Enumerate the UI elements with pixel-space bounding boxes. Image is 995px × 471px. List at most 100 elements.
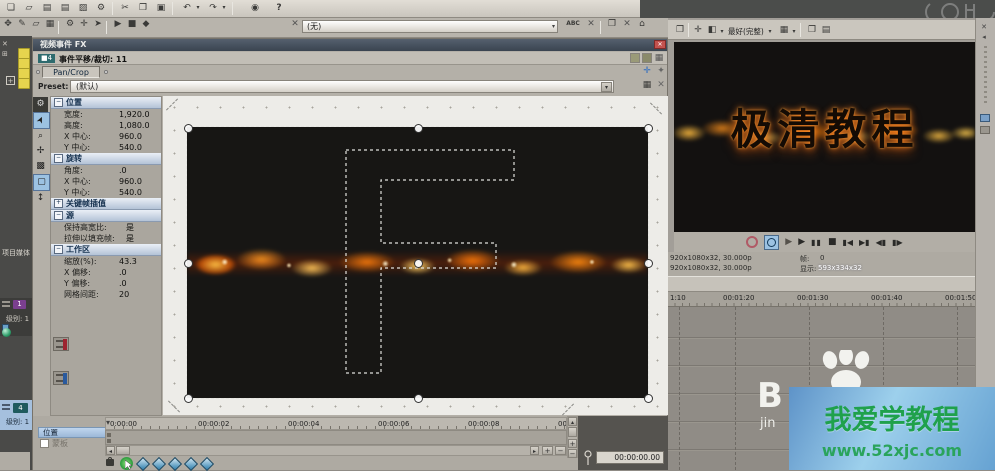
- collapse-left-icon[interactable]: ◂: [979, 31, 989, 43]
- handle-bottom-center[interactable]: [414, 394, 423, 403]
- stretch-icon[interactable]: ↕: [33, 191, 48, 206]
- grid-overlay-icon[interactable]: ▦: [778, 24, 790, 36]
- delete-icon[interactable]: ✕: [586, 18, 596, 30]
- keyframe-lane[interactable]: [105, 430, 567, 445]
- keyframe-diamond-icon[interactable]: [152, 457, 166, 471]
- redo-dropdown-icon[interactable]: ▾: [220, 2, 228, 14]
- delete-preset-icon[interactable]: ✕: [655, 79, 667, 91]
- snap-icon[interactable]: ⚙: [64, 18, 76, 30]
- handle-mid-right[interactable]: [644, 259, 653, 268]
- help-icon[interactable]: ?: [272, 2, 286, 14]
- play-button[interactable]: ▶: [798, 237, 805, 247]
- zoom-magnifier-icon[interactable]: ⌕: [33, 129, 48, 144]
- docked-window-chip[interactable]: [980, 114, 990, 122]
- auto-crossfade-icon[interactable]: ✛: [78, 18, 90, 30]
- settings-gear-icon[interactable]: ⚙: [33, 97, 48, 112]
- dialog-close-button[interactable]: ✕: [654, 40, 666, 49]
- zoom-tool-icon[interactable]: ▦: [44, 18, 56, 30]
- keyframe-ruler[interactable]: ▾ 0:00:00 00:00:02 00:00:04 00:00:06 00:…: [105, 417, 567, 430]
- add-plugin-icon[interactable]: ✛: [641, 65, 653, 77]
- undo-dropdown-icon[interactable]: ▾: [194, 2, 202, 14]
- handle-mid-left[interactable]: [184, 259, 193, 268]
- grid-view-icon[interactable]: ▦: [654, 52, 664, 64]
- go-to-end-button[interactable]: ▶▮: [859, 238, 870, 247]
- keyframe-row-position[interactable]: 位置: [38, 427, 114, 438]
- scroll-up-icon[interactable]: ▴: [568, 417, 577, 426]
- render-icon[interactable]: ▨: [76, 2, 90, 14]
- expand-plus-icon[interactable]: +: [6, 76, 15, 85]
- docked-window-chip[interactable]: [980, 126, 990, 134]
- overlay-crosshair-icon[interactable]: ✛: [692, 24, 704, 36]
- scroll-thumb[interactable]: [568, 427, 577, 437]
- expander-icon[interactable]: −: [54, 211, 63, 220]
- close-icon[interactable]: ✕: [622, 18, 632, 30]
- chevron-down-icon[interactable]: ▾: [790, 26, 798, 38]
- spellcheck-icon[interactable]: ABC: [566, 18, 580, 30]
- interaction-tool-icon[interactable]: ◉: [248, 2, 262, 14]
- undo-icon[interactable]: ↶: [180, 2, 194, 14]
- zoom-out-icon[interactable]: −: [555, 446, 566, 455]
- save-icon[interactable]: ▤: [40, 2, 54, 14]
- selection-arrow-icon[interactable]: ➤: [33, 112, 50, 129]
- chevron-down-icon[interactable]: ▾: [766, 26, 774, 38]
- keyframe-diamond-icon[interactable]: [200, 457, 214, 471]
- crop-box-icon[interactable]: ▩: [33, 159, 48, 174]
- layout-button-a[interactable]: [630, 53, 640, 63]
- section-header-workspace[interactable]: − 工作区: [51, 244, 161, 256]
- keyframe-hscrollbar[interactable]: ◂ ▸ + −: [105, 445, 567, 456]
- marker-tool-icon[interactable]: ◆: [140, 18, 152, 30]
- ignore-grouping-icon[interactable]: ■: [126, 18, 138, 30]
- keyframe-diamond-icon[interactable]: [136, 457, 150, 471]
- pan-crop-tab[interactable]: Pan/Crop: [42, 66, 100, 78]
- cursor-time-box[interactable]: 00:00:00.00: [596, 451, 664, 464]
- go-to-start-button[interactable]: ▮◀: [842, 238, 853, 247]
- copy-snapshot-icon[interactable]: ❐: [806, 24, 818, 36]
- handle-bottom-left[interactable]: [184, 394, 193, 403]
- track-header-4[interactable]: 4 级别: 1: [0, 400, 32, 430]
- paste-icon[interactable]: ▣: [154, 2, 168, 14]
- expander-icon[interactable]: −: [54, 154, 63, 163]
- save-preset-icon[interactable]: ▦: [641, 79, 653, 91]
- section-header-source[interactable]: − 源: [51, 210, 161, 222]
- layout-button-b[interactable]: [642, 53, 652, 63]
- zoom-out-icon[interactable]: −: [568, 449, 577, 458]
- handle-top-left[interactable]: [184, 124, 193, 133]
- timeline-ruler[interactable]: 1:10 00:01:20 00:01:30 00:01:40 00:01:50: [668, 292, 995, 307]
- record-button[interactable]: [746, 236, 758, 248]
- frame-play-button[interactable]: ▶: [785, 237, 792, 247]
- expander-icon[interactable]: −: [54, 98, 63, 107]
- expander-icon[interactable]: +: [54, 199, 63, 208]
- section-header-keyframe-interp[interactable]: + 关键帧插值: [51, 198, 161, 210]
- selection-tool-icon[interactable]: ▱: [30, 18, 42, 30]
- video-preview-screen[interactable]: 极清教程: [674, 42, 975, 232]
- handle-top-right[interactable]: [644, 124, 653, 133]
- lock-envelopes-icon[interactable]: ▶: [112, 18, 124, 30]
- handle-top-center[interactable]: [414, 124, 423, 133]
- chevron-down-icon[interactable]: ▾: [718, 26, 726, 38]
- dialog-titlebar[interactable]: 视频事件 FX: [33, 39, 667, 51]
- quality-value[interactable]: 最好(完整): [728, 26, 764, 37]
- window-dock-icon[interactable]: ⊞: [2, 48, 8, 60]
- plugin-chain-icon[interactable]: ✦: [655, 65, 667, 77]
- scroll-right-icon[interactable]: ▸: [530, 446, 539, 455]
- clear-filter-icon[interactable]: ✕: [290, 18, 300, 30]
- keyframe-row-mask[interactable]: 蒙板: [38, 438, 114, 449]
- save-snapshot-icon[interactable]: ▤: [820, 24, 832, 36]
- mask-tool-icon[interactable]: ▢: [33, 174, 50, 191]
- chevron-down-icon[interactable]: ▾: [601, 82, 612, 92]
- preset-combo[interactable]: (默认) ▾: [70, 80, 614, 93]
- redo-icon[interactable]: ↷: [206, 2, 220, 14]
- save-as-icon[interactable]: ▤: [58, 2, 72, 14]
- stop-button[interactable]: ■: [828, 237, 837, 247]
- envelope-tool-icon[interactable]: ✎: [16, 18, 28, 30]
- copy-icon[interactable]: ❐: [136, 2, 150, 14]
- expander-icon[interactable]: −: [54, 245, 63, 254]
- handle-center[interactable]: [414, 259, 423, 268]
- move-anchor-icon[interactable]: ✢: [33, 144, 48, 159]
- mask-checkbox[interactable]: [40, 439, 49, 448]
- plugin-filter-combo[interactable]: (无) ▾: [302, 20, 558, 33]
- properties-gear-icon[interactable]: ⚙: [94, 2, 108, 14]
- project-media-tab[interactable]: 项目媒体: [2, 248, 31, 258]
- play-all-button[interactable]: [764, 235, 779, 250]
- section-header-position[interactable]: − 位置: [51, 97, 161, 109]
